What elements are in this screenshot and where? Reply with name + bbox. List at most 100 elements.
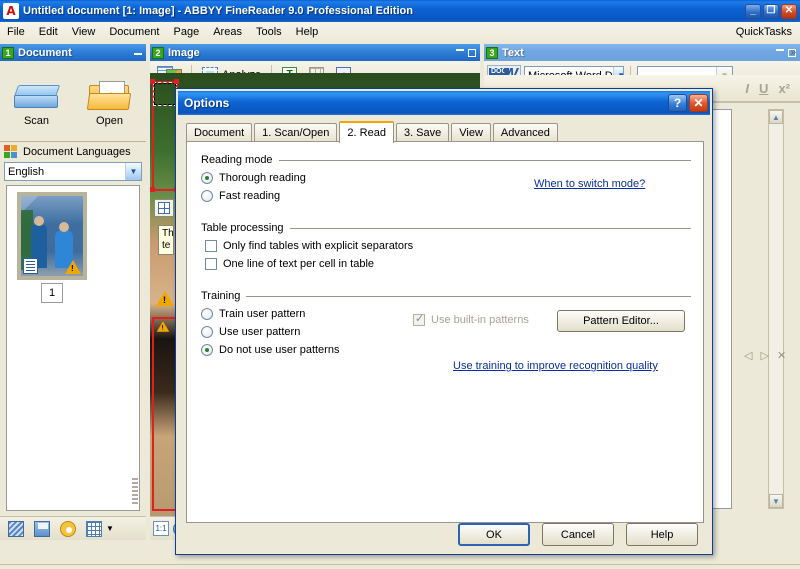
scanner-icon xyxy=(13,79,60,113)
checkbox-icon[interactable] xyxy=(205,240,217,252)
radio-train-user-pattern-label: Train user pattern xyxy=(219,308,306,320)
image-panel-caption: 2 Image xyxy=(150,44,480,61)
gear-icon[interactable] xyxy=(60,520,76,537)
radio-fast-reading[interactable]: Fast reading xyxy=(201,190,691,202)
checkbox-icon xyxy=(413,313,425,326)
cancel-button[interactable]: Cancel xyxy=(542,523,614,546)
tab-document[interactable]: Document xyxy=(186,123,253,142)
scan-button[interactable]: Scan xyxy=(6,79,68,127)
nav-close-icon[interactable]: ✕ xyxy=(777,349,786,362)
quicktasks-button[interactable]: QuickTasks xyxy=(736,26,800,38)
options-dialog: Options ? ✕ Document 1. Scan/Open 2. Rea… xyxy=(175,88,713,555)
image-panel-maximize-button[interactable] xyxy=(468,48,476,57)
panel-number-badge: 3 xyxy=(486,46,498,59)
close-button[interactable]: ✕ xyxy=(781,3,797,19)
area-resize-handle[interactable] xyxy=(174,79,179,84)
scroll-down-button[interactable]: ▼ xyxy=(769,494,783,508)
image-area-selection[interactable] xyxy=(153,82,177,106)
radio-icon[interactable] xyxy=(201,172,213,184)
tab-save[interactable]: 3. Save xyxy=(395,123,450,142)
tab-view[interactable]: View xyxy=(451,123,491,142)
application-window: A Untitled document [1: Image] - ABBYY F… xyxy=(0,0,800,569)
panel-number-badge: 2 xyxy=(152,46,164,59)
menu-item-help[interactable]: Help xyxy=(289,24,326,40)
scroll-up-button[interactable]: ▲ xyxy=(769,110,783,124)
checkbox-explicit-separators-label: Only find tables with explicit separator… xyxy=(223,240,414,252)
text-panel-minimize-button[interactable] xyxy=(776,48,784,51)
maximize-button[interactable]: ❐ xyxy=(763,3,779,19)
options-tabstrip: Document 1. Scan/Open 2. Read 3. Save Vi… xyxy=(186,121,704,143)
dialog-close-button[interactable]: ✕ xyxy=(689,94,708,112)
text-vertical-scrollbar[interactable]: ▲ ▼ xyxy=(768,109,784,509)
menu-item-tools[interactable]: Tools xyxy=(249,24,289,40)
text-panel-title: Text xyxy=(502,46,524,59)
move-area-tool[interactable] xyxy=(154,199,174,217)
options-tabpage-read: Reading mode Thorough reading Fast readi… xyxy=(186,141,704,523)
menu-item-document[interactable]: Document xyxy=(102,24,166,40)
underline-button[interactable]: U xyxy=(759,81,768,96)
menu-item-edit[interactable]: Edit xyxy=(32,24,65,40)
reading-mode-group: Reading mode Thorough reading Fast readi… xyxy=(201,154,691,202)
open-button[interactable]: Open xyxy=(79,79,141,127)
group-divider xyxy=(246,295,691,297)
use-training-link[interactable]: Use training to improve recognition qual… xyxy=(453,360,658,372)
window-controls: _ ❐ ✕ xyxy=(745,3,800,19)
window-title: Untitled document [1: Image] - ABBYY Fin… xyxy=(23,5,413,17)
toolbar-overflow-button[interactable]: » xyxy=(790,47,796,58)
panel-number-badge: 1 xyxy=(2,46,14,59)
checkbox-one-line-per-cell[interactable]: One line of text per cell in table xyxy=(205,258,691,270)
page-thumbnail-image[interactable] xyxy=(17,192,87,280)
italic-button[interactable]: I xyxy=(745,81,749,96)
language-blocks-icon xyxy=(4,145,18,159)
area-resize-handle[interactable] xyxy=(150,187,155,192)
image-panel-controls xyxy=(456,48,480,57)
group-divider xyxy=(278,159,691,161)
document-panel-minimize-button[interactable] xyxy=(134,52,142,55)
group-divider xyxy=(289,227,691,229)
when-to-switch-mode-link[interactable]: When to switch mode? xyxy=(534,178,645,190)
tab-advanced[interactable]: Advanced xyxy=(492,123,558,142)
page-thumbnail-item[interactable]: 1 xyxy=(17,192,87,303)
radio-do-not-use-user-patterns[interactable]: Do not use user patterns xyxy=(201,344,691,356)
menu-item-view[interactable]: View xyxy=(65,24,103,40)
page-navigation-controls: ◁ ▷ ✕ xyxy=(744,349,786,362)
minimize-button[interactable]: _ xyxy=(745,3,761,19)
save-icon[interactable] xyxy=(34,520,50,537)
dropdown-caret-icon[interactable]: ▼ xyxy=(106,524,114,533)
actual-size-button[interactable]: 1:1 xyxy=(153,521,169,536)
nav-next-icon[interactable]: ▷ xyxy=(760,349,768,362)
window-titlebar: A Untitled document [1: Image] - ABBYY F… xyxy=(0,0,800,22)
superscript-button[interactable]: x² xyxy=(778,81,790,96)
grid-icon[interactable] xyxy=(86,520,102,537)
table-processing-group: Table processing Only find tables with e… xyxy=(201,222,691,270)
radio-do-not-use-user-patterns-label: Do not use user patterns xyxy=(219,344,340,356)
radio-fast-reading-label: Fast reading xyxy=(219,190,281,202)
resize-grip[interactable] xyxy=(132,478,138,504)
pattern-editor-button[interactable]: Pattern Editor... xyxy=(557,310,685,332)
area-resize-handle[interactable] xyxy=(150,79,155,84)
checkbox-explicit-separators[interactable]: Only find tables with explicit separator… xyxy=(205,240,691,252)
radio-icon[interactable] xyxy=(201,190,213,202)
dialog-help-button[interactable]: ? xyxy=(668,94,687,112)
menu-item-file[interactable]: File xyxy=(0,24,32,40)
nav-prev-icon[interactable]: ◁ xyxy=(744,349,752,362)
document-language-select[interactable]: English ▼ xyxy=(4,162,142,181)
checkbox-icon[interactable] xyxy=(205,258,217,270)
pages-icon[interactable] xyxy=(8,520,24,537)
ok-button[interactable]: OK xyxy=(458,523,530,546)
pages-thumbnail-list[interactable]: 1 xyxy=(6,185,140,511)
image-panel-title: Image xyxy=(168,46,200,59)
image-panel-minimize-button[interactable] xyxy=(456,48,464,51)
radio-icon[interactable] xyxy=(201,326,213,338)
document-language-value: English xyxy=(8,165,45,178)
chevron-down-icon[interactable]: ▼ xyxy=(125,163,141,180)
radio-use-user-pattern-label: Use user pattern xyxy=(219,326,301,338)
menu-item-page[interactable]: Page xyxy=(167,24,207,40)
radio-icon[interactable] xyxy=(201,344,213,356)
tab-read[interactable]: 2. Read xyxy=(339,121,394,143)
document-panel: 1 Document Scan Open Document Languages … xyxy=(0,44,146,540)
menu-item-areas[interactable]: Areas xyxy=(206,24,249,40)
help-button[interactable]: Help xyxy=(626,523,698,546)
radio-icon[interactable] xyxy=(201,308,213,320)
tab-scan-open[interactable]: 1. Scan/Open xyxy=(254,123,338,142)
